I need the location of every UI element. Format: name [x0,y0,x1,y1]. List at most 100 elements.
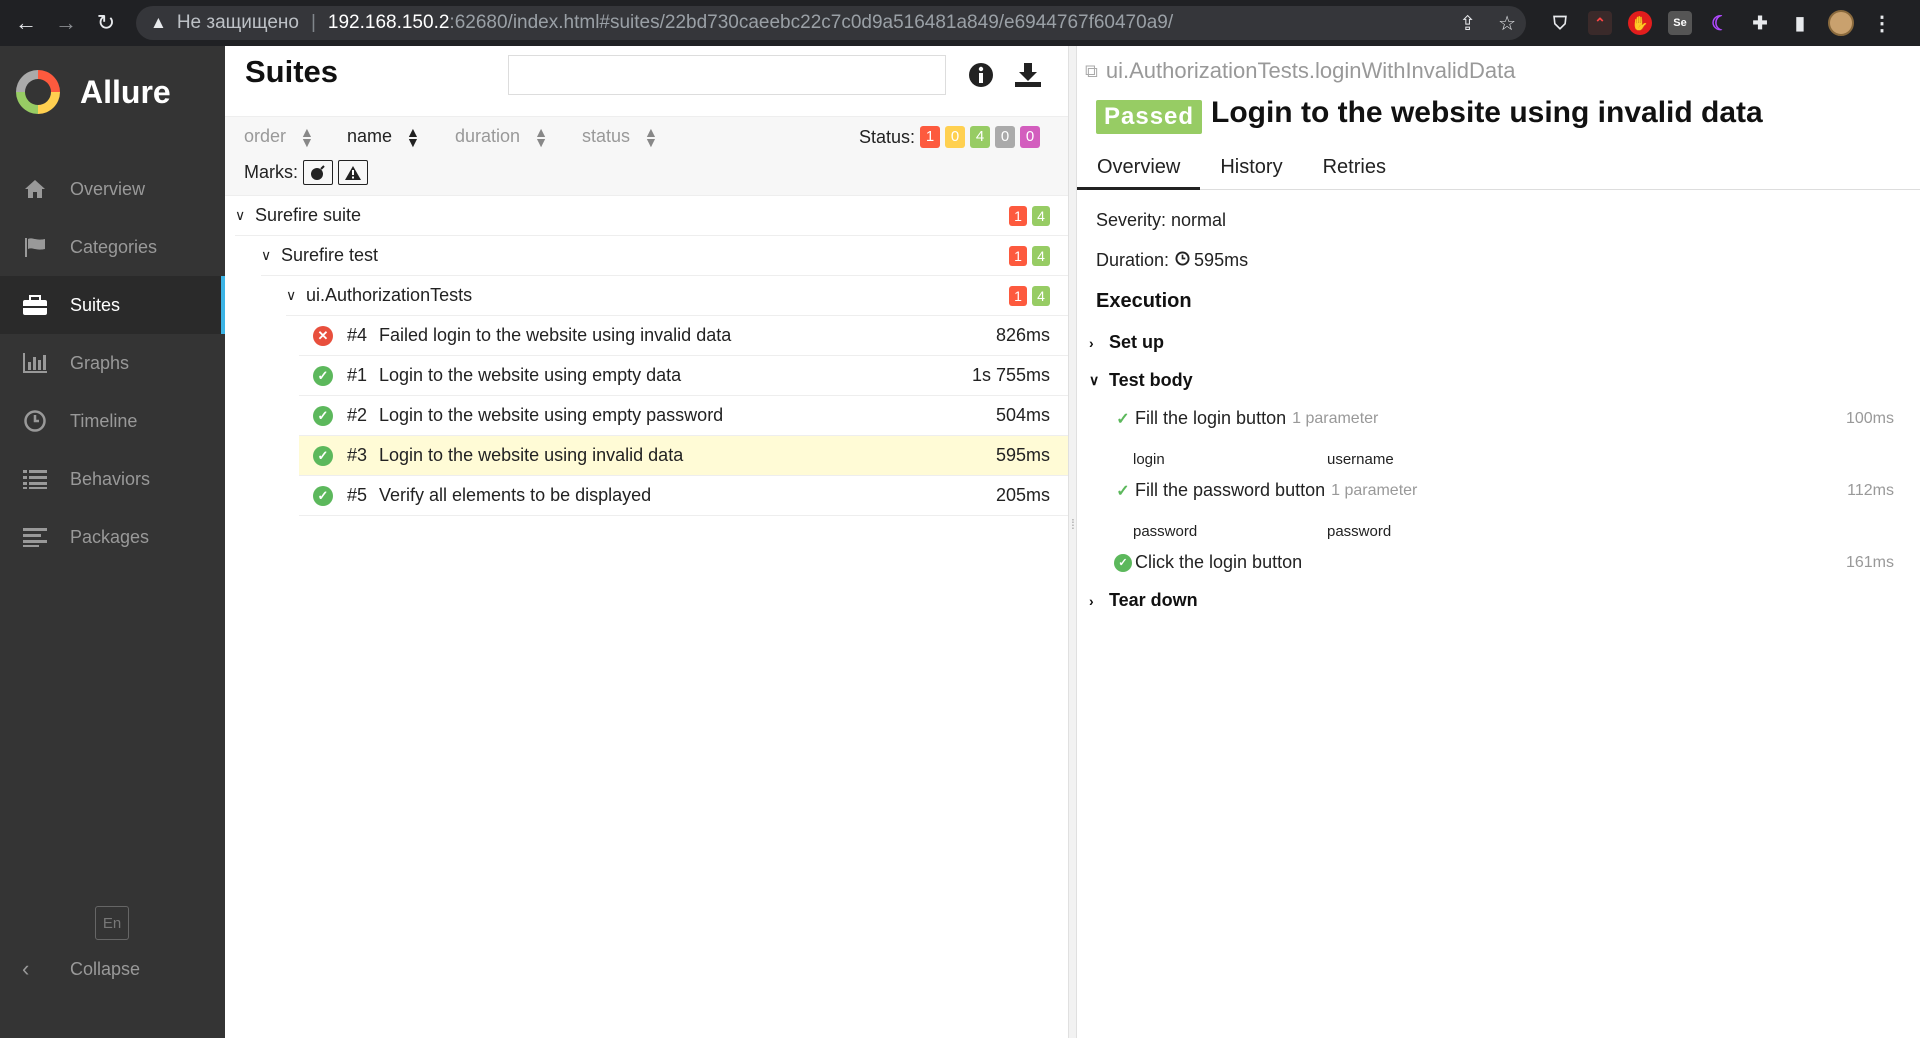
step-name: Click the login button [1135,552,1303,572]
test-case-row[interactable]: ✕ #4 Failed login to the website using i… [299,316,1068,356]
search-input[interactable] [508,55,946,95]
warning-triangle-icon[interactable] [338,160,368,185]
sort-status-label: status [582,126,631,146]
brand[interactable]: Allure [16,70,171,114]
step-row[interactable]: ✓ Click the login button 161ms [1114,552,1894,573]
test-duration: 595ms [995,445,1050,465]
moon-extension-icon[interactable]: ☾ [1708,11,1732,35]
test-case-row[interactable]: ✓ #1 Login to the website using empty da… [299,356,1068,396]
tab-retries[interactable]: Retries [1303,146,1406,190]
passed-status-icon: ✓ [313,485,333,506]
sort-bar: order ▲ ▼ name ▲ ▼ duration ▲ ▼ status ▲ ▼ S… [225,116,1068,196]
stage-setup[interactable]: › Set up [1089,332,1164,353]
status-failed-toggle[interactable]: 1 [920,126,941,148]
sidebar-item-label: Behaviors [70,468,151,489]
passed-count-badge: 4 [1032,245,1050,266]
back-button[interactable]: ← [6,0,46,46]
chevron-down-icon: ∨ [261,247,272,263]
sort-status[interactable]: status ▲ ▼ [582,123,658,150]
url-path: :62680/index.html#suites/22bd730caeebc22… [449,12,1174,33]
sidebar-item-suites[interactable]: Suites [0,276,225,334]
status-broken-toggle[interactable]: 0 [945,126,966,148]
sidebar-item-behaviors[interactable]: Behaviors [0,450,225,508]
sidepanel-icon[interactable]: ▮ [1788,11,1812,35]
info-icon[interactable] [966,60,996,90]
passed-status-icon: ✓ [313,405,333,426]
share-icon[interactable]: ⇪ [1459,11,1476,36]
status-passed-toggle[interactable]: 4 [970,126,991,148]
sidebar-item-timeline[interactable]: Timeline [0,392,225,450]
sort-duration[interactable]: duration ▲ ▼ [455,125,548,149]
selenium-extension-icon[interactable]: Se [1668,11,1692,35]
test-case-row-selected[interactable]: ✓ #3 Login to the website using invalid … [299,436,1068,476]
copy-icon[interactable]: ⧉ [1085,61,1098,82]
url-separator: | [310,12,316,33]
sort-arrows-icon: ▲ ▼ [644,123,658,150]
sort-order-label: order [244,126,287,146]
tree-node-class[interactable]: ∨ ui.AuthorizationTests 1 4 [286,276,1068,316]
passed-status-icon: ✓ [313,445,333,466]
puzzle-extensions-icon[interactable]: ✚ [1748,11,1772,35]
status-skipped-toggle[interactable]: 0 [995,126,1016,148]
test-name: Login to the website using empty passwor… [379,405,724,425]
sidebar-item-categories[interactable]: Categories [0,218,225,276]
arrows-extension-icon[interactable]: ⌃ [1588,11,1612,35]
flag-icon [22,234,48,260]
test-case-row[interactable]: ✓ #2 Login to the website using empty pa… [299,396,1068,436]
step-duration: 100ms [1845,409,1894,427]
test-case-row[interactable]: ✓ #5 Verify all elements to be displayed… [299,476,1068,516]
passed-count-badge: 4 [1032,285,1050,306]
sidebar-item-overview[interactable]: Overview [0,160,225,218]
status-unknown-toggle[interactable]: 0 [1020,126,1041,148]
insecure-label: Не защищено [176,12,299,33]
duration-info: Duration: 595ms [1096,250,1248,271]
sort-name[interactable]: name ▲ ▼ [347,125,420,149]
test-duration: 1s 755ms [971,365,1050,385]
sidebar: Allure Overview Categories Suites Graphs [0,46,225,1038]
tab-overview[interactable]: Overview [1077,146,1201,190]
collapse-button[interactable]: ‹ Collapse [22,946,140,992]
page-title: Suites [245,54,339,89]
failed-count-badge: 1 [1009,205,1027,226]
status-label: Status: [859,126,916,147]
step-duration: 112ms [1847,481,1894,499]
sidebar-menu: Overview Categories Suites Graphs Timeli… [0,160,225,566]
address-bar[interactable]: ▲ Не защищено | 192.168.150.2 :62680/ind… [136,6,1526,40]
sidebar-item-graphs[interactable]: Graphs [0,334,225,392]
reload-button[interactable]: ↻ [86,0,126,46]
param-name: password [1133,523,1198,540]
tree-node-suite[interactable]: ∨ Surefire suite 1 4 [235,196,1068,236]
sort-order[interactable]: order ▲ ▼ [244,125,314,149]
profile-avatar[interactable] [1828,10,1854,36]
chevron-down-icon: ∨ [286,287,297,303]
step-row[interactable]: ✓ Fill the password button 1 parameter 1… [1114,480,1894,501]
details-tabs: Overview History Retries [1077,146,1920,190]
download-icon[interactable] [1013,60,1043,90]
node-counts: 1 4 [1004,285,1050,306]
bookmark-star-icon[interactable]: ☆ [1498,11,1516,36]
pane-splitter[interactable] [1068,46,1077,1038]
stage-test-body[interactable]: ∨ Test body [1089,370,1193,391]
duration-value: 595ms [1194,250,1249,270]
param-value: password [1327,523,1392,540]
warning-icon: ▲ [150,13,167,32]
stage-teardown[interactable]: › Tear down [1089,590,1198,611]
stage-label: Test body [1109,370,1193,390]
tree-node-test[interactable]: ∨ Surefire test 1 4 [261,236,1068,276]
step-duration: 161ms [1845,553,1894,571]
flaky-bomb-icon[interactable] [303,160,333,185]
failed-count-badge: 1 [1009,245,1027,266]
menu-kebab-icon[interactable]: ⋮ [1870,11,1894,35]
adblock-extension-icon[interactable]: ✋ [1628,11,1652,35]
execution-header: Execution [1096,290,1192,312]
shield-extension-icon[interactable]: ⛉ [1548,11,1572,35]
tab-history[interactable]: History [1200,146,1302,190]
sidebar-item-label: Overview [70,178,146,199]
language-button[interactable]: En [95,906,129,940]
test-duration: 205ms [995,485,1050,505]
sidebar-item-packages[interactable]: Packages [0,508,225,566]
step-row[interactable]: ✓ Fill the login button 1 parameter 100m… [1114,408,1894,429]
forward-button[interactable]: → [46,0,86,46]
sort-name-label: name [347,126,393,146]
sort-duration-label: duration [455,126,521,146]
